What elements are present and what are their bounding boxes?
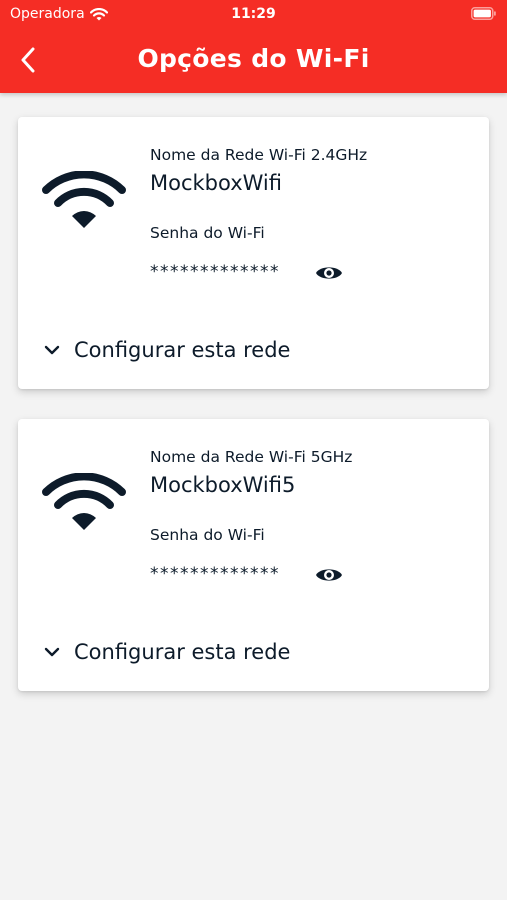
chevron-down-icon — [44, 647, 60, 657]
wifi-icon — [42, 171, 126, 228]
ssid-label: Nome da Rede Wi-Fi 2.4GHz — [150, 146, 368, 164]
ssid-value: MockboxWifi5 — [150, 473, 296, 497]
password-label: Senha do Wi-Fi — [150, 224, 265, 242]
ssid-label: Nome da Rede Wi-Fi 5GHz — [150, 448, 353, 466]
network-card-2-4ghz: Nome da Rede Wi-Fi 2.4GHz MockboxWifi Se… — [18, 117, 489, 389]
wifi-icon — [42, 473, 126, 530]
eye-icon — [316, 267, 342, 279]
status-time: 11:29 — [231, 6, 276, 22]
chevron-down-icon — [44, 345, 60, 355]
password-value: ************* — [150, 564, 280, 584]
ssid-value: MockboxWifi — [150, 171, 282, 195]
page-title: Opções do Wi-Fi — [137, 44, 370, 73]
nav-bar: Opções do Wi-Fi — [0, 28, 507, 93]
configure-network-toggle[interactable]: Configurar esta rede — [44, 335, 290, 365]
configure-network-label: Configurar esta rede — [74, 338, 291, 362]
eye-icon — [316, 569, 342, 581]
password-value: ************* — [150, 262, 280, 282]
show-password-button[interactable] — [314, 564, 344, 586]
app-header: Operadora 11:29 Opções do Wi-Fi — [0, 0, 507, 93]
password-label: Senha do Wi-Fi — [150, 526, 265, 544]
configure-network-label: Configurar esta rede — [74, 640, 291, 664]
status-bar: Operadora 11:29 — [0, 0, 507, 28]
configure-network-toggle[interactable]: Configurar esta rede — [44, 637, 290, 667]
show-password-button[interactable] — [314, 262, 344, 284]
battery-icon — [471, 7, 496, 20]
network-card-5ghz: Nome da Rede Wi-Fi 5GHz MockboxWifi5 Sen… — [18, 419, 489, 691]
